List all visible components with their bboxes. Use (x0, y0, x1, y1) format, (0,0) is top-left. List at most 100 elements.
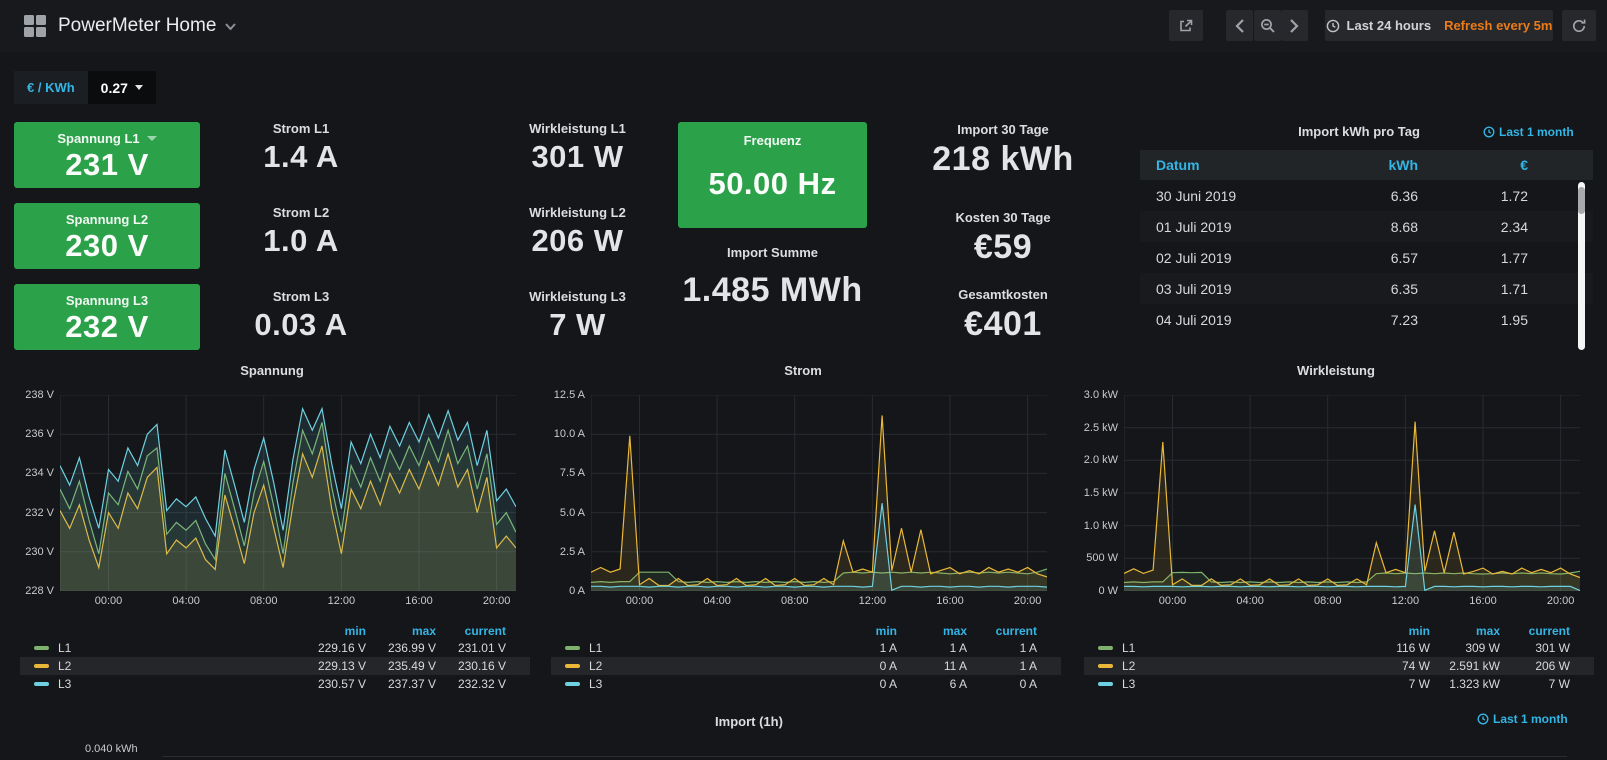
x-axis-tick: 08:00 (239, 595, 289, 607)
legend-series-label: L1 (58, 641, 71, 655)
chevron-right-icon (1290, 19, 1299, 33)
table-col-datum[interactable]: Datum (1140, 157, 1298, 173)
y-axis-tick: 0 W (1078, 584, 1118, 598)
x-axis-tick: 16:00 (1458, 595, 1508, 607)
table-col-kwh[interactable]: kWh (1298, 157, 1418, 173)
legend-col-max[interactable]: max (897, 624, 967, 638)
chart-title[interactable]: Spannung (14, 363, 530, 378)
table-col-eur[interactable]: € (1418, 157, 1528, 173)
legend-value: 230.16 V (436, 659, 506, 673)
graph-panel-wirkleistung: Wirkleistung0 W500 W1.0 kW1.5 kW2.0 kW2.… (1078, 355, 1594, 700)
navbar: PowerMeter Home Last 24 hour (0, 0, 1607, 52)
legend-value: 230.57 V (296, 677, 366, 691)
legend-value: 6 A (897, 677, 967, 691)
stat-value: 1.4 A (215, 139, 387, 175)
legend-value: 206 W (1500, 659, 1570, 673)
table-cell: 6.57 (1298, 250, 1418, 266)
table-row: 30 Juni 20196.361.72 (1140, 180, 1593, 211)
legend-col-min[interactable]: min (827, 624, 897, 638)
chart-title[interactable]: Wirkleistung (1078, 363, 1594, 378)
legend-series-L2[interactable]: L20 A11 A1 A (551, 657, 1061, 675)
panel-title[interactable]: Strom L2 (215, 205, 387, 220)
table-scrollbar[interactable] (1578, 182, 1585, 350)
legend-series-L2[interactable]: L2229.13 V235.49 V230.16 V (20, 657, 530, 675)
legend-value: 235.49 V (366, 659, 436, 673)
stat-value: 1.485 MWh (655, 271, 890, 310)
table-cell: 1.95 (1418, 312, 1528, 328)
legend-series-L1[interactable]: L11 A1 A1 A (551, 639, 1061, 657)
x-axis-tick: 04:00 (1225, 595, 1275, 607)
time-picker-button[interactable]: Last 24 hours Refresh every 5m (1325, 10, 1553, 41)
zoom-out-button[interactable] (1254, 10, 1281, 41)
y-axis-tick: 1.0 kW (1078, 519, 1118, 533)
legend-col-max[interactable]: max (366, 624, 436, 638)
chart-canvas (1124, 395, 1580, 591)
panel-title[interactable]: Spannung L3 (14, 293, 200, 308)
legend-col-current[interactable]: current (1500, 624, 1570, 638)
y-axis-tick: 232 V (14, 506, 54, 520)
panel-title[interactable]: Import Summe (655, 245, 890, 260)
caret-down-icon (135, 85, 143, 90)
legend-series-label: L2 (1122, 659, 1135, 673)
legend-value: 237.37 V (366, 677, 436, 691)
panel-title[interactable]: Spannung L2 (14, 212, 200, 227)
panel-title[interactable]: Kosten 30 Tage (905, 210, 1101, 225)
panel-menu-caret-icon[interactable] (147, 136, 157, 141)
table-time-range-link[interactable]: Last 1 month (1483, 125, 1574, 139)
x-axis-tick: 08:00 (770, 595, 820, 607)
panel-title[interactable]: Strom L1 (215, 121, 387, 136)
legend-value: 1 A (967, 659, 1037, 673)
table-row: 04 Juli 20197.231.95 (1140, 304, 1593, 335)
panel-title[interactable]: Frequenz (678, 133, 867, 148)
legend-col-current[interactable]: current (967, 624, 1037, 638)
variable-value-dropdown[interactable]: 0.27 (88, 71, 156, 104)
panel-title[interactable]: Wirkleistung L3 (480, 289, 675, 304)
time-shift-forward-button[interactable] (1281, 10, 1308, 41)
legend-series-L3[interactable]: L30 A6 A0 A (551, 675, 1061, 693)
table-cell: 03 Juli 2019 (1140, 281, 1298, 297)
legend-swatch (565, 664, 580, 668)
legend-value: 229.13 V (296, 659, 366, 673)
legend-col-current[interactable]: current (436, 624, 506, 638)
x-axis-tick: 04:00 (161, 595, 211, 607)
chart-legend: minmaxcurrentL1116 W309 W301 WL274 W2.59… (1084, 623, 1594, 693)
legend-col-min[interactable]: min (296, 624, 366, 638)
panel-title[interactable]: Wirkleistung L1 (480, 121, 675, 136)
refresh-button[interactable] (1562, 10, 1596, 41)
panel-title[interactable]: Gesamtkosten (905, 287, 1101, 302)
table-row: 03 Juli 20196.351.71 (1140, 273, 1593, 304)
clock-icon (1477, 713, 1489, 725)
legend-series-L3[interactable]: L37 W1.323 kW7 W (1084, 675, 1594, 693)
y-axis-tick: 238 V (14, 388, 54, 402)
legend-series-L1[interactable]: L1229.16 V236.99 V231.01 V (20, 639, 530, 657)
x-axis-tick: 08:00 (1303, 595, 1353, 607)
table-scrollbar-thumb[interactable] (1578, 187, 1585, 214)
zoom-out-icon (1260, 18, 1276, 34)
panel-title[interactable]: Wirkleistung L2 (480, 205, 675, 220)
x-axis-tick: 20:00 (1003, 595, 1053, 607)
dashboards-grid-icon[interactable] (24, 15, 46, 37)
table-cell: 02 Juli 2019 (1140, 250, 1298, 266)
legend-series-L3[interactable]: L3230.57 V237.37 V232.32 V (20, 675, 530, 693)
legend-series-L1[interactable]: L1116 W309 W301 W (1084, 639, 1594, 657)
y-axis-tick: 0 A (545, 584, 585, 598)
legend-col-max[interactable]: max (1430, 624, 1500, 638)
chart-title[interactable]: Strom (545, 363, 1061, 378)
dashboard-title[interactable]: PowerMeter Home (58, 0, 236, 52)
bottom-time-range-link[interactable]: Last 1 month (1477, 712, 1568, 726)
share-button[interactable] (1169, 10, 1203, 41)
stat-panel-gesamtkosten: Gesamtkosten €401 (905, 287, 1101, 344)
legend-series-L2[interactable]: L274 W2.591 kW206 W (1084, 657, 1594, 675)
stat-panel-spannung-l2: Spannung L2 230 V (14, 203, 200, 269)
panel-title[interactable]: Strom L3 (215, 289, 387, 304)
refresh-interval-label: Refresh every 5m (1444, 18, 1552, 33)
time-shift-back-button[interactable] (1226, 10, 1253, 41)
bottom-panel-title[interactable]: Import (1h) (14, 714, 1484, 729)
clock-icon (1483, 126, 1495, 138)
panel-title[interactable]: Import 30 Tage (905, 122, 1101, 137)
legend-swatch (1098, 682, 1113, 686)
panel-title[interactable]: Spannung L1 (14, 131, 200, 146)
chart-legend: minmaxcurrentL1229.16 V236.99 V231.01 VL… (20, 623, 530, 693)
legend-col-min[interactable]: min (1360, 624, 1430, 638)
stat-panel-wirkleistung-l3: Wirkleistung L3 7 W (480, 289, 675, 343)
